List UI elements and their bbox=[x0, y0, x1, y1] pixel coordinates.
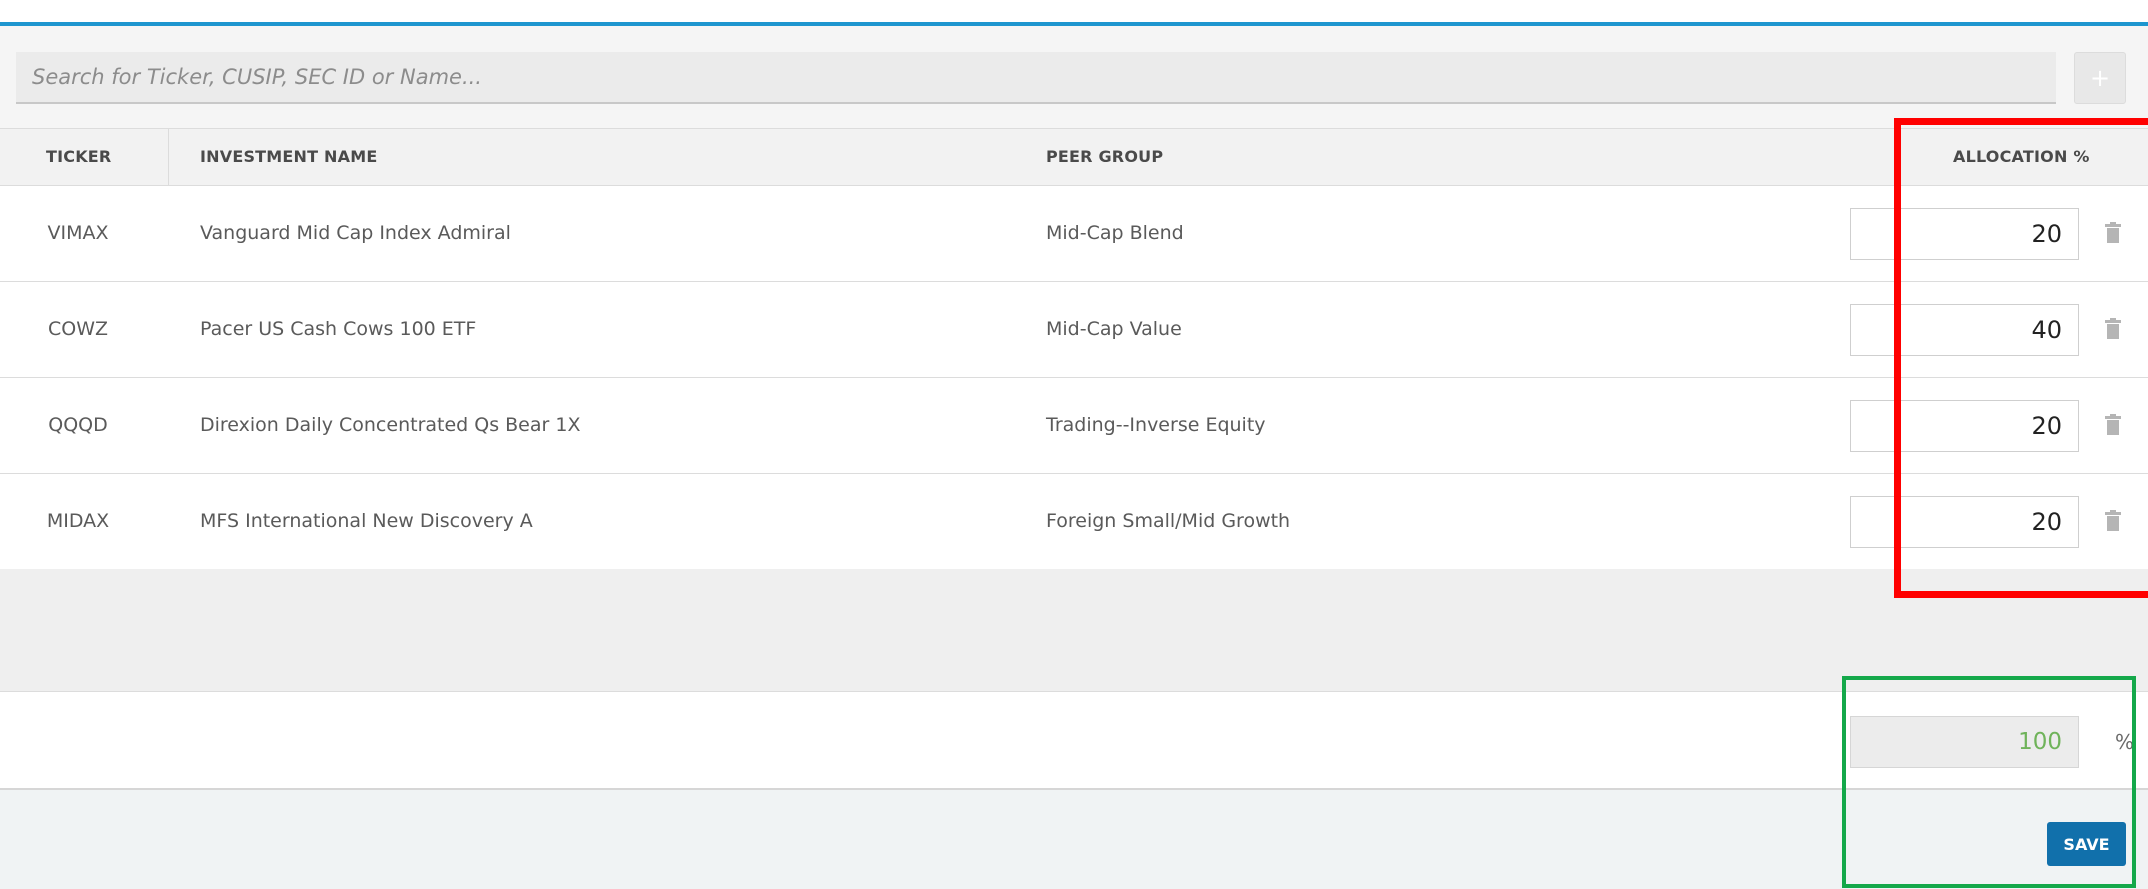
ticker-cell: QQQD bbox=[48, 414, 108, 436]
column-header-peer-group[interactable]: PEER GROUP bbox=[1046, 129, 1163, 185]
column-header-investment-name[interactable]: INVESTMENT NAME bbox=[200, 129, 377, 185]
trash-icon[interactable] bbox=[2104, 414, 2122, 436]
save-button[interactable]: SAVE bbox=[2047, 822, 2126, 866]
column-header-ticker[interactable]: TICKER bbox=[46, 129, 111, 185]
allocation-input[interactable] bbox=[1850, 208, 2079, 260]
empty-table-area bbox=[0, 569, 2148, 692]
total-allocation-row: 100 % bbox=[0, 692, 2148, 790]
column-header-allocation[interactable]: ALLOCATION % bbox=[1953, 129, 2090, 185]
investment-name-cell: Vanguard Mid Cap Index Admiral bbox=[200, 222, 511, 244]
trash-icon[interactable] bbox=[2104, 318, 2122, 340]
ticker-cell: COWZ bbox=[47, 318, 109, 340]
allocation-input[interactable] bbox=[1850, 304, 2079, 356]
plus-icon: + bbox=[2089, 64, 2111, 92]
ticker-cell: MIDAX bbox=[46, 510, 110, 532]
table-header: TICKER INVESTMENT NAME PEER GROUP ALLOCA… bbox=[0, 128, 2148, 186]
total-allocation-value: 100 bbox=[1850, 716, 2079, 768]
investment-name-cell: MFS International New Discovery A bbox=[200, 510, 533, 532]
table-row[interactable]: MIDAX MFS International New Discovery A … bbox=[0, 474, 2148, 570]
investment-name-cell: Direxion Daily Concentrated Qs Bear 1X bbox=[200, 414, 581, 436]
peer-group-cell: Mid-Cap Value bbox=[1046, 318, 1182, 340]
trash-icon[interactable] bbox=[2104, 510, 2122, 532]
add-investment-button[interactable]: + bbox=[2074, 52, 2126, 104]
footer-bar: SAVE bbox=[0, 790, 2148, 889]
peer-group-cell: Foreign Small/Mid Growth bbox=[1046, 510, 1291, 532]
allocation-input[interactable] bbox=[1850, 496, 2079, 548]
trash-icon[interactable] bbox=[2104, 222, 2122, 244]
ticker-cell: VIMAX bbox=[47, 222, 109, 244]
table-row[interactable]: COWZ Pacer US Cash Cows 100 ETF Mid-Cap … bbox=[0, 282, 2148, 378]
search-input[interactable] bbox=[16, 52, 2056, 104]
peer-group-cell: Trading--Inverse Equity bbox=[1046, 414, 1266, 436]
percent-suffix: % bbox=[2115, 730, 2135, 754]
allocation-input[interactable] bbox=[1850, 400, 2079, 452]
peer-group-cell: Mid-Cap Blend bbox=[1046, 222, 1184, 244]
table-row[interactable]: QQQD Direxion Daily Concentrated Qs Bear… bbox=[0, 378, 2148, 474]
investment-name-cell: Pacer US Cash Cows 100 ETF bbox=[200, 318, 477, 340]
table-row[interactable]: VIMAX Vanguard Mid Cap Index Admiral Mid… bbox=[0, 186, 2148, 282]
